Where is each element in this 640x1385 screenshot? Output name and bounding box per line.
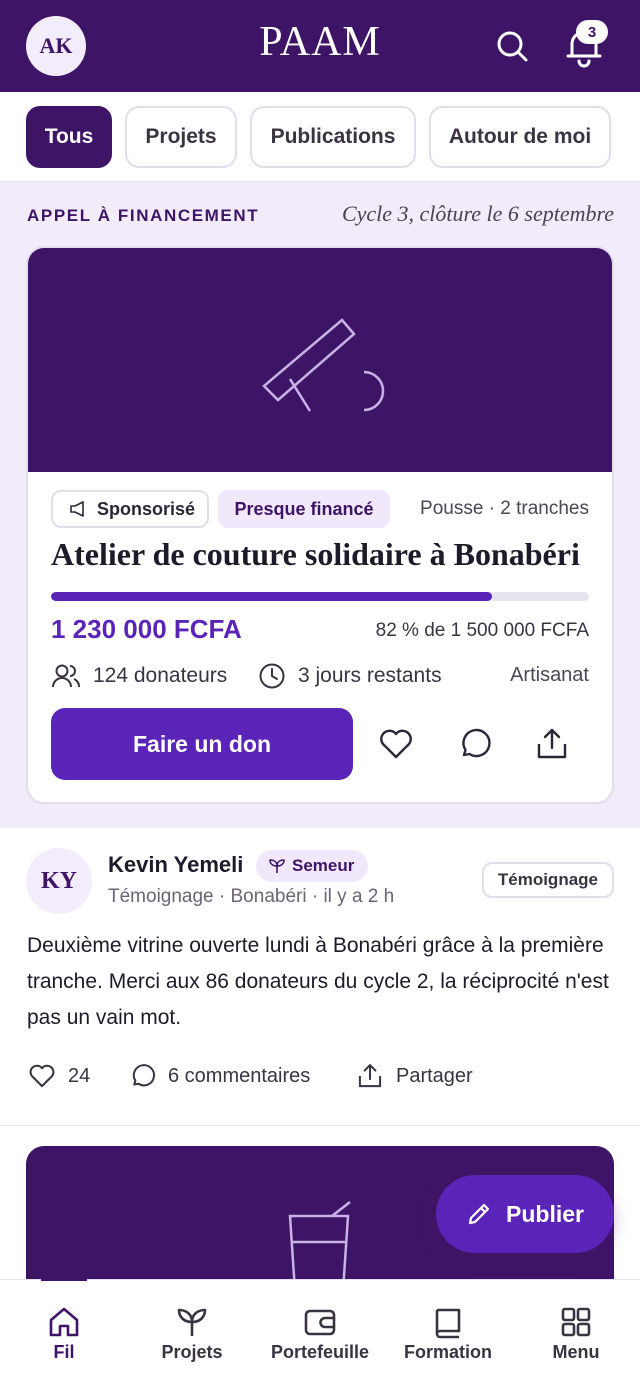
comment-count: 6 commentaires xyxy=(168,1064,311,1087)
users-icon xyxy=(52,664,80,688)
nav-menu-label: Menu xyxy=(552,1342,600,1362)
tab-tous[interactable]: Tous xyxy=(26,106,112,168)
publish-label: Publier xyxy=(506,1200,584,1227)
active-tab-indicator xyxy=(41,1278,87,1281)
nav-portefeuille[interactable]: Portefeuille xyxy=(256,1280,384,1385)
comment-icon xyxy=(132,1064,155,1087)
post-meta: Témoignage · Bonabéri · il y a 2 h xyxy=(108,886,395,907)
post-body: Deuxième vitrine ouverte lundi à Bonabér… xyxy=(27,934,609,1029)
nav-fil-label: Fil xyxy=(53,1342,75,1362)
tab-projets[interactable]: Projets xyxy=(125,106,237,168)
project-card[interactable]: Sponsorisé Presque financé Pousse · 2 tr… xyxy=(26,246,614,804)
author-avatar[interactable]: KY xyxy=(26,848,92,914)
funding-progress-bar xyxy=(51,592,589,601)
nav-portefeuille-label: Portefeuille xyxy=(270,1342,370,1362)
donate-button[interactable]: Faire un don xyxy=(51,708,353,780)
post-type-tag: Témoignage xyxy=(481,862,614,898)
progress-fill xyxy=(51,592,493,601)
funding-goal: 82 % de 1 500 000 FCFA xyxy=(375,620,589,641)
feed-post: KY Kevin Yemeli Semeur Témoignage · Bona… xyxy=(0,828,640,1126)
publish-fab[interactable]: Publier xyxy=(436,1175,614,1253)
comment-icon[interactable] xyxy=(456,726,492,762)
sponsored-label: Sponsorisé xyxy=(97,498,196,519)
share-icon xyxy=(358,1064,382,1088)
megaphone-icon xyxy=(70,501,84,517)
rank-label: Semeur xyxy=(292,856,355,875)
sewing-needle-icon xyxy=(262,318,385,412)
status-badge: Presque financé xyxy=(218,490,390,528)
author-name[interactable]: Kevin Yemeli xyxy=(108,852,243,878)
funding-call-section: APPEL À FINANCEMENT Cycle 3, clôture le … xyxy=(0,182,640,828)
wallet-icon xyxy=(304,1309,336,1336)
cycle-note: Cycle 3, clôture le 6 septembre xyxy=(341,201,614,226)
home-icon xyxy=(49,1307,79,1337)
days-remaining: 3 jours restants xyxy=(258,660,442,692)
clock-icon xyxy=(259,663,285,689)
pencil-icon xyxy=(468,1203,490,1225)
nav-menu[interactable]: Menu xyxy=(512,1280,640,1385)
profile-avatar[interactable]: AK xyxy=(26,16,86,76)
bottom-nav: Fil Projets Portefeuille Formation Menu xyxy=(0,1278,640,1385)
amount-raised: 1 230 000 FCFA xyxy=(51,614,242,644)
like-icon[interactable] xyxy=(378,726,414,762)
share-action[interactable]: Partager xyxy=(356,1060,473,1092)
book-icon xyxy=(435,1308,461,1339)
nav-projets[interactable]: Projets xyxy=(128,1280,256,1385)
project-title: Atelier de couture solidaire à Bonabéri xyxy=(51,536,580,572)
sprout-icon xyxy=(177,1308,207,1336)
nav-formation[interactable]: Formation xyxy=(384,1280,512,1385)
like-action[interactable]: 24 xyxy=(28,1060,90,1092)
nav-projets-label: Projets xyxy=(161,1342,223,1362)
days-remaining-label: 3 jours restants xyxy=(298,664,442,687)
notification-badge: 3 xyxy=(576,20,608,44)
nav-formation-label: Formation xyxy=(404,1342,492,1362)
sponsored-chip: Sponsorisé xyxy=(51,490,209,528)
project-image xyxy=(28,248,612,472)
section-label: APPEL À FINANCEMENT xyxy=(27,206,260,225)
comment-action[interactable]: 6 commentaires xyxy=(128,1060,310,1092)
app-header: AK PAAM 3 xyxy=(0,0,640,92)
like-count: 24 xyxy=(68,1064,91,1087)
sprout-icon xyxy=(269,859,285,873)
nav-fil[interactable]: Fil xyxy=(0,1278,128,1385)
grid-icon xyxy=(561,1307,591,1337)
share-icon[interactable] xyxy=(534,726,570,762)
tab-autour-de-moi[interactable]: Autour de moi xyxy=(429,106,611,168)
project-category: Artisanat xyxy=(510,664,589,686)
donor-count: 124 donateurs xyxy=(51,660,227,692)
search-icon[interactable] xyxy=(494,28,530,64)
share-label: Partager xyxy=(396,1064,473,1087)
donor-count-label: 124 donateurs xyxy=(93,664,228,687)
heart-icon xyxy=(29,1064,55,1088)
rank-badge: Semeur xyxy=(256,850,369,882)
tab-publications[interactable]: Publications xyxy=(250,106,416,168)
feed-filter-tabs: Tous Projets Publications Autour de moi xyxy=(0,92,640,182)
app-logo: PAAM xyxy=(259,19,381,65)
project-stage: Pousse · 2 tranches xyxy=(420,498,589,519)
